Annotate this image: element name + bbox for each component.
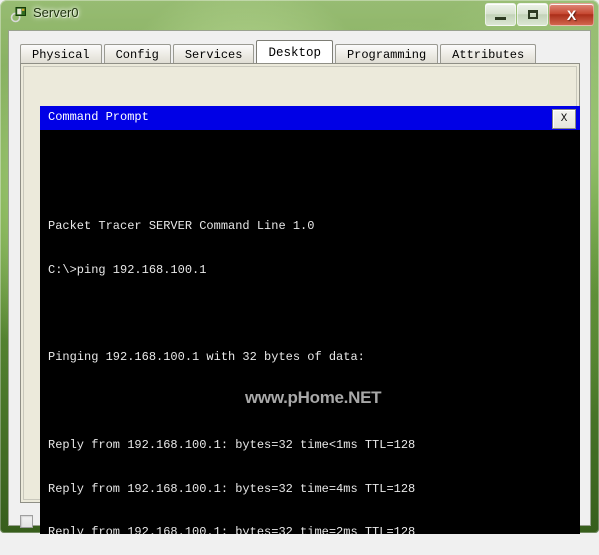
application-root: Server0 X Physical Config Services Deskt…: [0, 0, 599, 555]
command-prompt-title: Command Prompt: [48, 110, 149, 124]
command-prompt-close-button[interactable]: X: [552, 109, 576, 129]
window-titlebar[interactable]: Server0 X: [0, 0, 599, 30]
command-prompt-window: Command Prompt X Packet Tracer SERVER Co…: [40, 106, 580, 534]
terminal-output-area[interactable]: Packet Tracer SERVER Command Line 1.0 C:…: [40, 130, 580, 534]
tab-attributes-label: Attributes: [452, 47, 525, 62]
close-icon: X: [566, 6, 577, 23]
tab-desktop[interactable]: Desktop: [256, 40, 333, 64]
minimize-button[interactable]: [485, 3, 516, 26]
tab-programming[interactable]: Programming: [334, 44, 439, 64]
server0-window: Server0 X Physical Config Services Deskt…: [0, 0, 599, 534]
terminal-line: C:\>ping 192.168.100.1: [48, 262, 207, 277]
tab-config-label: Config: [115, 47, 159, 62]
server-device-icon: [10, 6, 27, 23]
top-checkbox[interactable]: [20, 514, 33, 528]
tab-programming-label: Programming: [346, 47, 427, 62]
command-prompt-close-icon: X: [560, 113, 568, 125]
desktop-backdrop: [0, 533, 599, 555]
tab-desktop-label: Desktop: [268, 45, 321, 60]
panel-footer: Top: [20, 511, 220, 531]
maximize-button[interactable]: [517, 3, 548, 26]
tab-services[interactable]: Services: [172, 44, 255, 64]
minimize-icon: [495, 16, 506, 20]
terminal-text: Packet Tracer SERVER Command Line 1.0 C:…: [48, 146, 580, 534]
terminal-line: Packet Tracer SERVER Command Line 1.0: [48, 218, 315, 233]
tab-config[interactable]: Config: [103, 44, 171, 64]
command-prompt-titlebar: Command Prompt X: [40, 106, 580, 130]
desktop-tab-panel: Command Prompt X Packet Tracer SERVER Co…: [20, 63, 580, 534]
tab-physical[interactable]: Physical: [20, 44, 102, 64]
tab-services-label: Services: [184, 47, 243, 62]
tab-physical-label: Physical: [32, 47, 90, 62]
top-checkbox-label: Top: [40, 514, 62, 528]
terminal-line: Pinging 192.168.100.1 with 32 bytes of d…: [48, 350, 365, 365]
window-client-area: Physical Config Services Desktop Program…: [8, 30, 591, 534]
window-controls: X: [484, 3, 594, 26]
tab-attributes[interactable]: Attributes: [440, 44, 537, 64]
device-tabs: Physical Config Services Desktop Program…: [20, 40, 537, 64]
close-button[interactable]: X: [549, 3, 594, 26]
terminal-line: Reply from 192.168.100.1: bytes=32 time<…: [48, 437, 416, 452]
terminal-line: Reply from 192.168.100.1: bytes=32 time=…: [48, 481, 416, 496]
maximize-icon: [527, 10, 538, 19]
window-title: Server0: [33, 5, 79, 20]
